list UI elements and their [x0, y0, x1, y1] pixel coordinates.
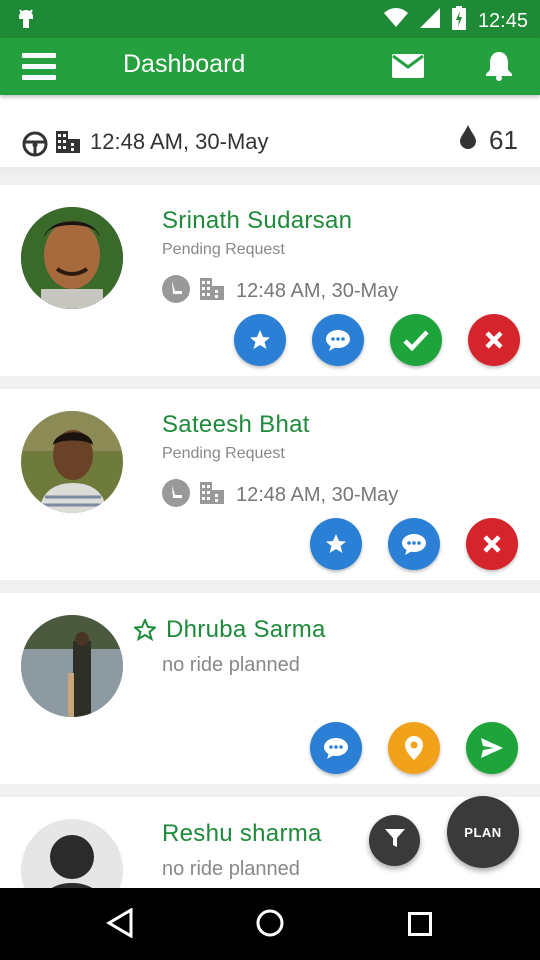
- ride-status: no ride planned: [162, 654, 300, 676]
- plan-button[interactable]: PLAN: [447, 796, 519, 868]
- location-button[interactable]: [388, 722, 440, 774]
- seat-icon: [162, 275, 190, 308]
- building-icon: [200, 278, 224, 305]
- steering-wheel-icon: [22, 131, 48, 162]
- accept-button[interactable]: [390, 314, 442, 366]
- building-icon: [200, 482, 224, 509]
- home-icon[interactable]: [256, 909, 284, 942]
- contact-name: Sateesh Bhat: [162, 411, 310, 438]
- status-bar: 12:45: [0, 0, 540, 38]
- signal-icon: [419, 8, 440, 34]
- chat-button[interactable]: [388, 518, 440, 570]
- avatar: [21, 819, 123, 888]
- wifi-icon: [383, 8, 408, 34]
- request-status: Pending Request: [162, 445, 285, 462]
- chat-button[interactable]: [312, 314, 364, 366]
- request-status: Pending Request: [162, 241, 285, 258]
- plan-button-label: PLAN: [464, 824, 502, 840]
- send-button[interactable]: [466, 722, 518, 774]
- seat-icon: [162, 479, 190, 512]
- contact-name: Dhruba Sarma: [166, 616, 326, 643]
- battery-charging-icon: [451, 6, 466, 36]
- contact-name: Reshu sharma: [162, 820, 322, 847]
- star-outline-icon[interactable]: [132, 617, 158, 646]
- avatar: [21, 615, 123, 717]
- filter-button[interactable]: [369, 815, 420, 866]
- list-item[interactable]: Sateesh Bhat Pending Request 12:48 AM, 3…: [0, 389, 540, 580]
- list-item[interactable]: Dhruba Sarma no ride planned: [0, 593, 540, 784]
- star-button[interactable]: [234, 314, 286, 366]
- list-item[interactable]: Srinath Sudarsan Pending Request 12:48 A…: [0, 185, 540, 376]
- menu-icon[interactable]: [22, 53, 56, 81]
- notification-bell-icon[interactable]: [484, 50, 514, 87]
- app-toolbar: Dashboard: [0, 38, 540, 95]
- avatar: [21, 411, 123, 513]
- summary-count: 61: [489, 125, 518, 155]
- mail-icon[interactable]: [392, 54, 424, 83]
- back-icon[interactable]: [106, 907, 134, 943]
- drop-icon: [460, 125, 476, 154]
- request-datetime: 12:48 AM, 30-May: [236, 484, 399, 506]
- avatar: [21, 207, 123, 309]
- building-icon: [56, 131, 80, 162]
- summary-row: 12:48 AM, 30-May 61: [0, 95, 540, 173]
- android-icon: [16, 8, 36, 35]
- page-title: Dashboard: [123, 50, 246, 78]
- status-time: 12:45: [477, 9, 528, 32]
- system-nav-bar: [0, 888, 540, 960]
- recents-icon[interactable]: [408, 912, 432, 941]
- reject-button[interactable]: [466, 518, 518, 570]
- ride-status: no ride planned: [162, 858, 300, 880]
- summary-datetime: 12:48 AM, 30-May: [90, 129, 269, 154]
- reject-button[interactable]: [468, 314, 520, 366]
- chat-button[interactable]: [310, 722, 362, 774]
- contact-name: Srinath Sudarsan: [162, 207, 353, 234]
- star-button[interactable]: [310, 518, 362, 570]
- request-datetime: 12:48 AM, 30-May: [236, 280, 399, 302]
- filter-icon: [384, 828, 405, 853]
